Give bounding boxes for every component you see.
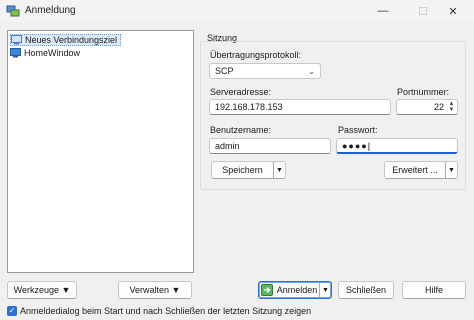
username-input[interactable]: admin (209, 138, 331, 154)
window-title: Anmeldung (25, 5, 76, 16)
host-label: Serveradresse: (210, 87, 272, 97)
login-icon (260, 284, 273, 296)
port-label: Portnummer: (397, 87, 450, 97)
tree-item-new-site[interactable]: Neues Verbindungsziel (10, 34, 122, 46)
password-value: ●●●● (342, 141, 368, 151)
tree-item-label: Neues Verbindungsziel (25, 35, 118, 45)
save-button[interactable]: Speichern ▼ (211, 161, 286, 179)
chevron-down-icon: ⌄ (308, 67, 315, 76)
tools-button-label: Werkzeuge (13, 285, 59, 295)
protocol-select[interactable]: SCP ⌄ (209, 63, 321, 79)
show-login-checkbox[interactable]: ✓ (7, 306, 17, 316)
advanced-button-label: Erweitert ... (392, 165, 438, 175)
port-spinner-icon[interactable]: ▲ ▼ (447, 101, 456, 113)
app-icon (6, 5, 20, 17)
login-dropdown-icon[interactable]: ▼ (319, 282, 331, 298)
login-button-label: Anmelden (276, 285, 318, 295)
show-login-checkbox-label: Anmeldedialog beim Start und nach Schlie… (20, 306, 312, 316)
monitor-icon (10, 48, 21, 58)
tools-button[interactable]: Werkzeuge ▼ (7, 281, 77, 299)
login-button[interactable]: Anmelden ▼ (258, 281, 332, 299)
new-site-icon (11, 35, 22, 45)
password-label: Passwort: (338, 125, 378, 135)
host-input[interactable]: 192.168.178.153 (209, 99, 391, 115)
save-dropdown-icon[interactable]: ▼ (273, 162, 285, 178)
protocol-label: Übertragungsprotokoll: (210, 50, 302, 60)
protocol-value: SCP (215, 66, 234, 76)
port-input[interactable]: 22 ▲ ▼ (396, 99, 458, 115)
advanced-button[interactable]: Erweitert ... ▼ (384, 161, 458, 179)
close-button[interactable]: Schließen (338, 281, 394, 299)
manage-button-label: Verwalten (129, 285, 170, 295)
help-button[interactable]: Hilfe (402, 281, 466, 299)
port-value: 22 (433, 102, 444, 112)
advanced-dropdown-icon[interactable]: ▼ (445, 162, 457, 178)
password-input[interactable]: ●●●●| (336, 138, 458, 154)
tree-item-homewindow[interactable]: HomeWindow (10, 47, 83, 59)
save-button-label: Speichern (222, 165, 263, 175)
site-tree[interactable]: Neues Verbindungsziel HomeWindow (7, 30, 194, 273)
user-label: Benutzername: (210, 125, 272, 135)
title-bar: Anmeldung — ☐ ✕ (0, 0, 474, 22)
close-window-button[interactable]: ✕ (430, 0, 474, 22)
manage-button[interactable]: Verwalten ▼ (118, 281, 192, 299)
tree-item-label: HomeWindow (24, 48, 81, 58)
